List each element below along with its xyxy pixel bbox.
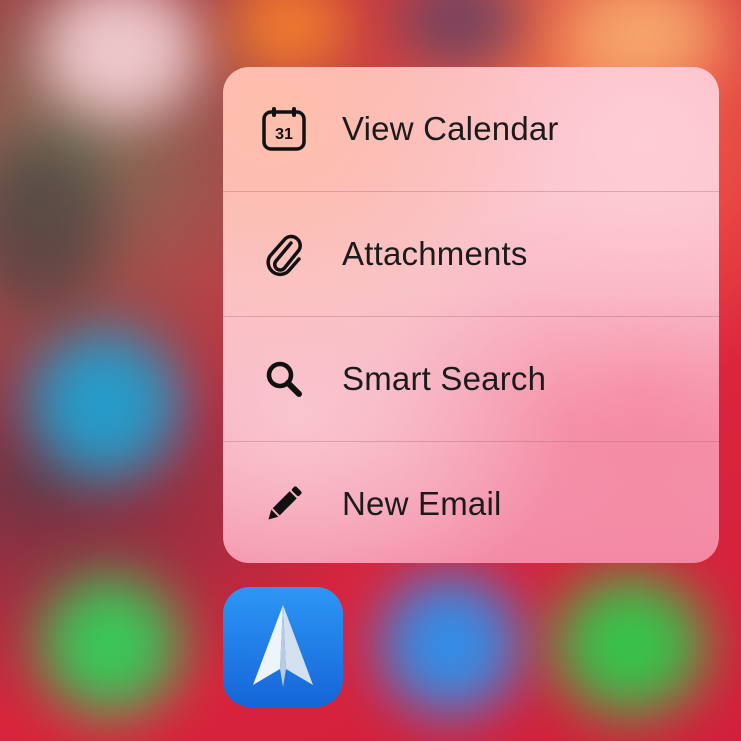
blurred-app-icon: [0, 140, 110, 310]
paper-plane-icon: [253, 605, 313, 687]
search-icon: [261, 356, 307, 402]
menu-item-label: Smart Search: [342, 360, 547, 397]
menu-item-view-calendar[interactable]: 31 View Calendar: [223, 67, 719, 191]
blurred-app-icon: [40, 0, 200, 120]
quick-actions-menu: 31 View Calendar Attachments Smart Searc…: [223, 67, 719, 563]
menu-item-label: Attachments: [342, 235, 528, 272]
menu-item-new-email[interactable]: New Email: [223, 441, 719, 563]
pencil-icon: [261, 481, 307, 527]
blurred-app-icon: [30, 330, 180, 480]
home-screen: 31 View Calendar Attachments Smart Searc…: [0, 0, 741, 741]
menu-item-label: View Calendar: [342, 110, 559, 147]
spark-app-icon[interactable]: [223, 587, 343, 707]
blurred-dock-icon: [555, 575, 705, 715]
menu-item-attachments[interactable]: Attachments: [223, 191, 719, 316]
blurred-dock-icon: [40, 575, 180, 715]
blurred-dock-icon: [380, 575, 520, 715]
calendar-icon: 31: [261, 106, 307, 152]
paperclip-icon: [261, 231, 307, 277]
blurred-app-icon: [400, 0, 520, 70]
svg-text:31: 31: [275, 126, 293, 143]
menu-item-label: New Email: [342, 485, 502, 522]
menu-item-smart-search[interactable]: Smart Search: [223, 316, 719, 441]
